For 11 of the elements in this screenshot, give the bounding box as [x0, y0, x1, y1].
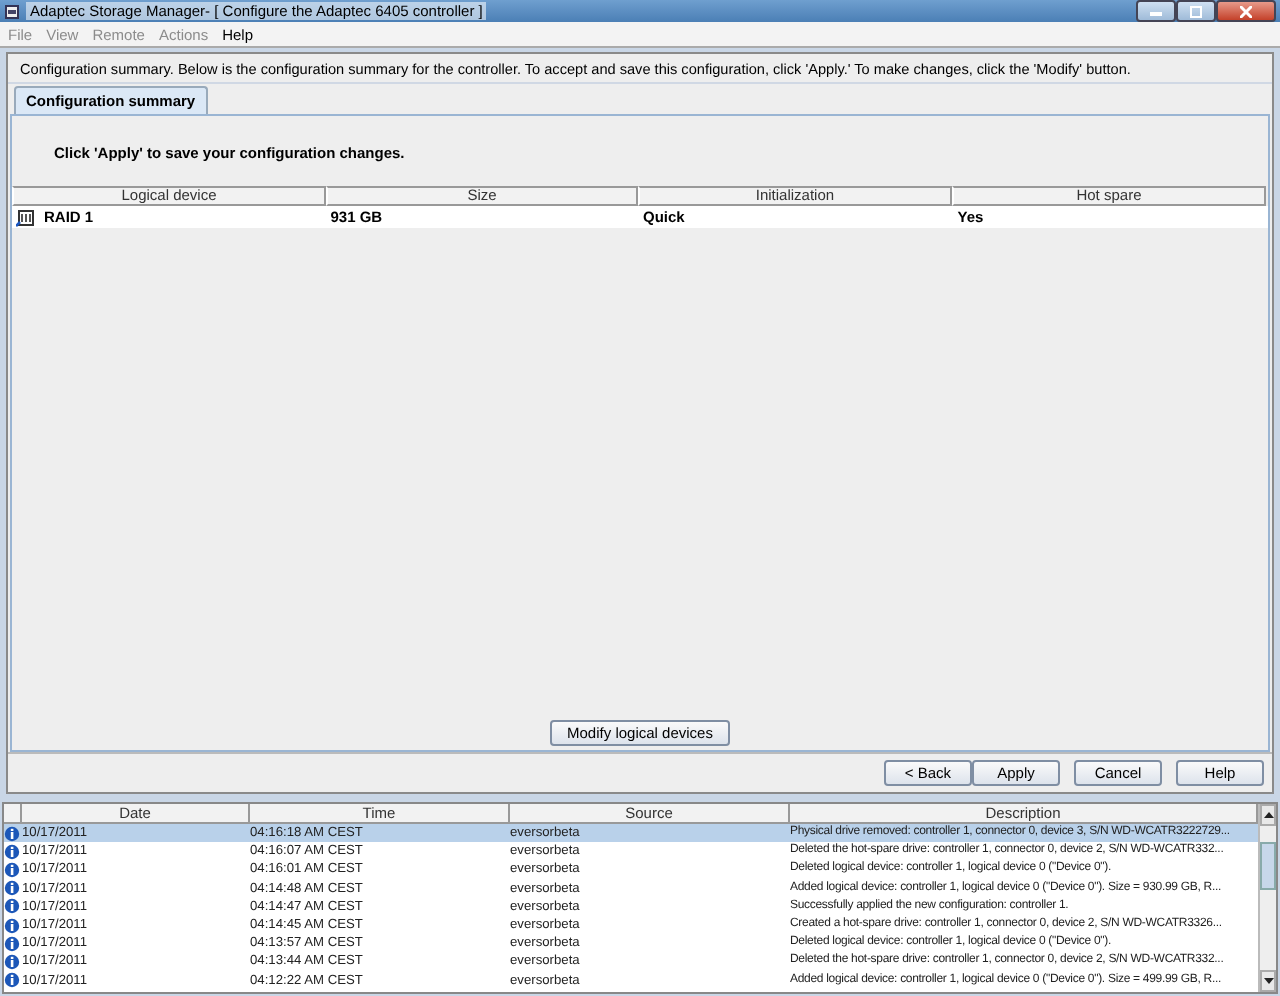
down-arrow-icon: [1263, 978, 1273, 984]
close-button[interactable]: [1216, 0, 1276, 22]
close-icon: [1240, 5, 1252, 17]
maximize-button[interactable]: [1176, 0, 1216, 22]
minimize-button[interactable]: [1136, 0, 1176, 22]
scrollbar-thumb[interactable]: [1260, 842, 1276, 890]
scrollbar[interactable]: [1258, 804, 1276, 992]
maximize-icon: [1190, 5, 1202, 17]
minimize-icon: [1150, 7, 1162, 15]
corner-header: [4, 804, 22, 824]
up-arrow-icon: [1263, 812, 1273, 818]
